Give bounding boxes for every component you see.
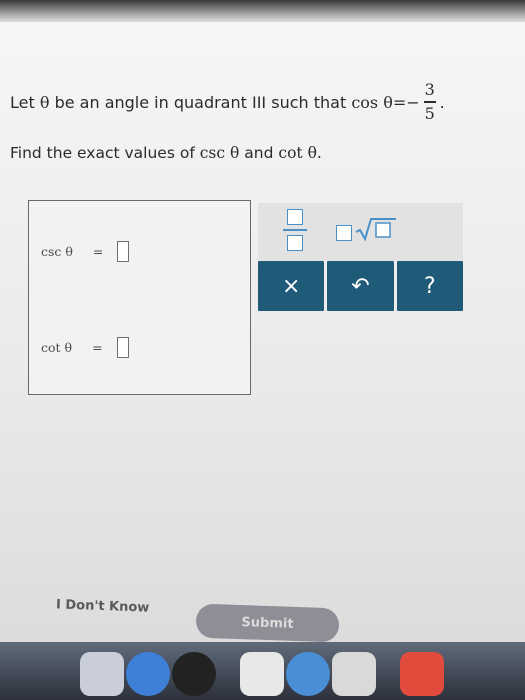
square-root-icon [355, 218, 396, 241]
answer-row-csc: csc θ = [41, 241, 130, 262]
cos-function: cos [351, 92, 379, 112]
action-button-row: × ↶ ? [258, 261, 463, 311]
fraction-template-button[interactable] [278, 209, 312, 257]
theta-symbol: θ [39, 92, 50, 112]
submit-button[interactable]: Submit [195, 603, 340, 643]
launchpad-icon[interactable] [172, 652, 216, 696]
text-quadrant: be an angle in quadrant III such that [54, 92, 347, 112]
problem-statement: Let θ be an angle in quadrant III such t… [10, 80, 445, 123]
fraction-denominator: 5 [424, 103, 435, 123]
sqrt-template-button[interactable] [336, 217, 397, 241]
fraction-given: 3 5 [423, 80, 436, 123]
csc-function: csc [199, 144, 226, 162]
text-find: Find the exact values of [10, 144, 195, 162]
mail-icon[interactable] [332, 652, 376, 696]
app-store-icon[interactable] [126, 652, 170, 696]
submit-label: Submit [241, 614, 294, 632]
cot-function: cot [278, 144, 303, 162]
equals-sign: = [92, 244, 104, 259]
undo-icon: ↶ [351, 273, 370, 299]
denominator-box-icon [287, 235, 303, 251]
math-template-toolbar [258, 203, 463, 261]
coefficient-box-icon [336, 225, 352, 241]
equals-negative: =− [392, 92, 420, 112]
fraction-bar [423, 101, 436, 103]
fraction-line-icon [283, 229, 307, 231]
app-icon[interactable] [240, 652, 284, 696]
undo-button[interactable]: ↶ [327, 261, 394, 311]
theta-symbol: θ [307, 144, 317, 162]
text-let: Let [10, 92, 35, 112]
cot-label: cot θ [41, 340, 73, 355]
help-button[interactable]: ? [396, 261, 463, 311]
finder-app-icon[interactable] [80, 652, 124, 696]
clear-button[interactable]: × [258, 261, 325, 311]
help-icon: ? [423, 273, 436, 299]
theta-symbol: θ [383, 92, 393, 112]
problem-line-1: Let θ be an angle in quadrant III such t… [10, 80, 445, 123]
equals-sign: = [92, 340, 103, 355]
calendar-icon[interactable] [400, 652, 444, 696]
monitor-bezel [0, 0, 525, 22]
theta-symbol: θ [230, 144, 240, 162]
csc-label: csc θ [41, 244, 73, 259]
period: . [439, 92, 445, 112]
problem-line-2: Find the exact values of csc θ and cot θ… [10, 144, 322, 162]
numerator-box-icon [287, 209, 303, 225]
csc-answer-input[interactable] [117, 241, 130, 262]
text-and: and [244, 144, 274, 162]
answer-row-cot: cot θ = [41, 337, 129, 358]
close-icon: × [281, 273, 301, 299]
dont-know-button[interactable]: I Don't Know [56, 597, 150, 615]
safari-icon[interactable] [286, 652, 330, 696]
answer-box: csc θ = cot θ = [28, 200, 251, 395]
fraction-numerator: 3 [424, 80, 435, 100]
cot-answer-input[interactable] [116, 337, 129, 358]
